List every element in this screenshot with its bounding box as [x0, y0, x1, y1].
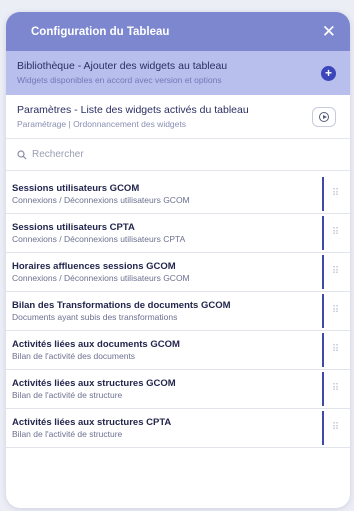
- parameters-row[interactable]: Paramètres - Liste des widgets activés d…: [6, 95, 350, 139]
- library-text: Bibliothèque - Ajouter des widgets au ta…: [17, 60, 227, 86]
- plus-circle-icon[interactable]: +: [321, 65, 336, 81]
- library-subtitle: Widgets disponibles en accord avec versi…: [17, 75, 222, 85]
- active-indicator: [322, 372, 324, 406]
- widget-name: Bilan des Transformations de documents G…: [12, 299, 231, 311]
- widget-name: Sessions utilisateurs CPTA: [12, 221, 135, 233]
- widget-description: Bilan de l'activité des documents: [12, 350, 136, 361]
- drag-handle-icon[interactable]: ⠿: [324, 267, 346, 277]
- drag-handle-icon[interactable]: ⠿: [324, 384, 346, 394]
- widget-name: Sessions utilisateurs GCOM: [12, 182, 140, 194]
- search-input[interactable]: [32, 149, 282, 160]
- config-panel: Configuration du Tableau ✕ Bibliothèque …: [6, 12, 350, 508]
- library-title: Bibliothèque - Ajouter des widgets au ta…: [17, 60, 228, 72]
- widget-description: Connexions / Déconnexions utilisateurs G…: [12, 194, 190, 205]
- active-indicator: [322, 294, 324, 328]
- widget-item[interactable]: Sessions utilisateurs CPTA Connexions / …: [6, 214, 350, 253]
- widget-item[interactable]: Activités liées aux structures GCOM Bila…: [6, 370, 350, 409]
- widget-item[interactable]: Sessions utilisateurs GCOM Connexions / …: [6, 175, 350, 214]
- active-indicator: [322, 216, 324, 250]
- widget-description: Connexions / Déconnexions utilisateurs C…: [12, 233, 186, 244]
- play-circle-icon: [319, 111, 329, 122]
- parameters-title: Paramètres - Liste des widgets activés d…: [17, 103, 249, 116]
- widget-name: Activités liées aux documents GCOM: [12, 338, 180, 350]
- widget-list: Sessions utilisateurs GCOM Connexions / …: [6, 171, 350, 448]
- widget-item[interactable]: Activités liées aux documents GCOM Bilan…: [6, 331, 350, 370]
- drag-handle-icon[interactable]: ⠿: [324, 228, 346, 238]
- widget-description: Documents ayant subis des transformation…: [12, 311, 178, 322]
- search-icon: [17, 149, 27, 159]
- widget-description: Bilan de l'activité de structure: [12, 389, 123, 400]
- widget-item[interactable]: Activités liées aux structures CPTA Bila…: [6, 409, 350, 448]
- active-indicator: [322, 177, 324, 211]
- widget-item[interactable]: Bilan des Transformations de documents G…: [6, 292, 350, 331]
- drag-handle-icon[interactable]: ⠿: [324, 306, 346, 316]
- panel-header: Configuration du Tableau ✕: [6, 12, 350, 51]
- play-button[interactable]: [312, 106, 336, 127]
- library-row[interactable]: Bibliothèque - Ajouter des widgets au ta…: [6, 51, 350, 95]
- widget-name: Activités liées aux structures CPTA: [12, 416, 172, 428]
- panel-title: Configuration du Tableau: [31, 25, 170, 38]
- widget-name: Activités liées aux structures GCOM: [12, 377, 176, 389]
- active-indicator: [322, 255, 324, 289]
- widget-item[interactable]: Horaires affluences sessions GCOM Connex…: [6, 253, 350, 292]
- widget-description: Connexions / Déconnexions utilisateurs G…: [12, 272, 190, 283]
- drag-handle-icon[interactable]: ⠿: [324, 423, 346, 433]
- search-bar: [6, 139, 350, 171]
- active-indicator: [322, 333, 324, 367]
- widget-description: Bilan de l'activité de structure: [12, 428, 123, 439]
- close-icon[interactable]: ✕: [322, 23, 336, 40]
- active-indicator: [322, 411, 324, 445]
- drag-handle-icon[interactable]: ⠿: [324, 345, 346, 355]
- parameters-text: Paramètres - Liste des widgets activés d…: [17, 104, 249, 130]
- drag-handle-icon[interactable]: ⠿: [324, 189, 346, 199]
- parameters-subtitle: Paramétrage | Ordonnancement des widgets: [17, 118, 186, 129]
- widget-name: Horaires affluences sessions GCOM: [12, 260, 176, 272]
